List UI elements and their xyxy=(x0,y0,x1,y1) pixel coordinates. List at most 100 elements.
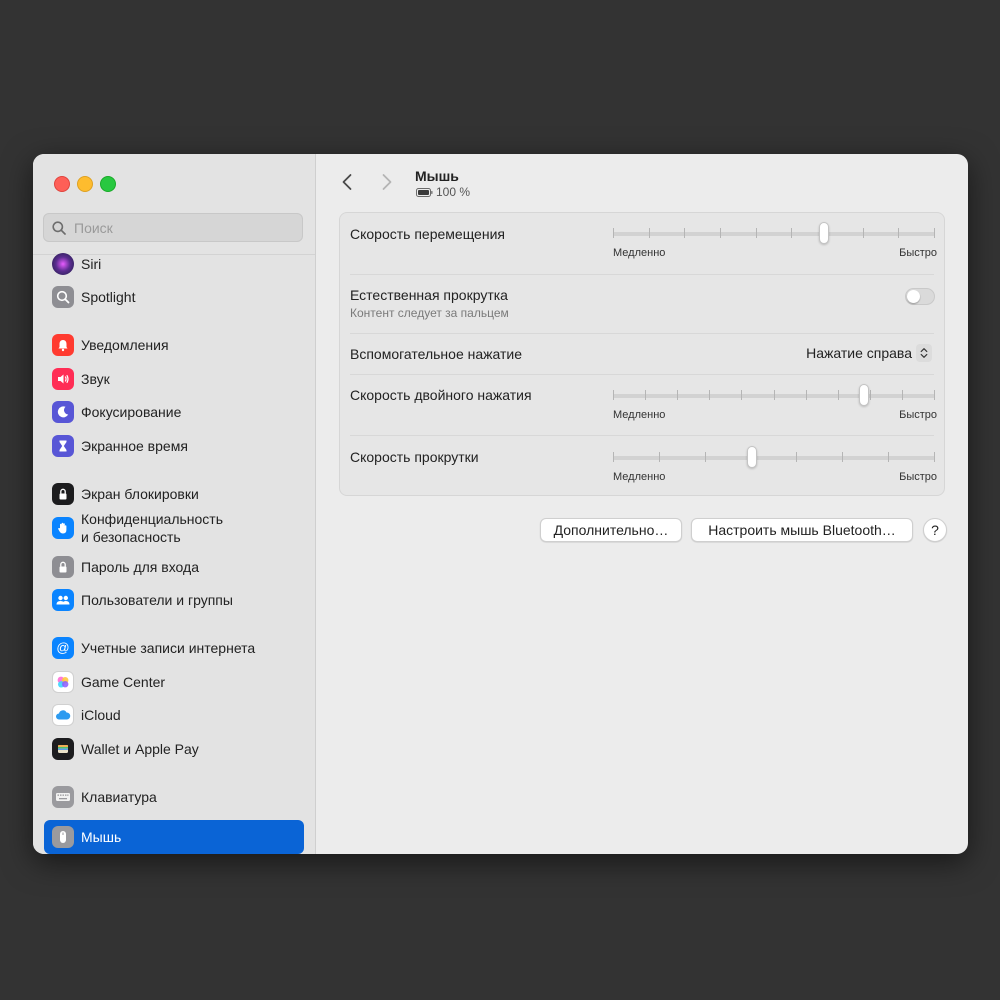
sidebar-item-lock-screen[interactable]: Экран блокировки xyxy=(44,477,304,511)
sidebar-item-label: Пользователи и группы xyxy=(81,592,233,608)
mouse-settings-group: Скорость перемещения Медленно Быстро Ест… xyxy=(339,212,945,496)
focus-icon xyxy=(52,401,74,423)
battery-icon xyxy=(416,187,433,197)
slider-tick xyxy=(934,228,935,238)
slider-tick xyxy=(838,390,839,400)
sidebar-item-icloud[interactable]: iCloud xyxy=(44,698,304,732)
slider-tick xyxy=(613,390,614,400)
slider-tick xyxy=(645,390,646,400)
slider-min-label: Медленно xyxy=(613,471,666,483)
sidebar-item-game-center[interactable]: Game Center xyxy=(44,665,304,699)
tracking-speed-label: Скорость перемещения xyxy=(350,226,505,242)
notifications-icon xyxy=(52,334,74,356)
sidebar-item-label: Мышь xyxy=(81,829,122,845)
advanced-button[interactable]: Дополнительно… xyxy=(540,518,682,542)
setup-bluetooth-mouse-button[interactable]: Настроить мышь Bluetooth… xyxy=(691,518,913,542)
mouse-icon xyxy=(52,826,74,848)
slider-tick xyxy=(934,390,935,400)
sidebar-item-label: Game Center xyxy=(81,674,166,690)
forward-button[interactable] xyxy=(375,170,399,194)
row-divider xyxy=(350,274,934,275)
slider-tick xyxy=(709,390,710,400)
sidebar-item-login-password[interactable]: Пароль для входа xyxy=(44,550,304,584)
sidebar-item-focus[interactable]: Фокусирование xyxy=(44,395,304,429)
password-icon xyxy=(52,556,74,578)
search-input[interactable] xyxy=(72,218,276,237)
scroll-speed-label: Скорость прокрутки xyxy=(350,449,479,465)
slider-max-label: Быстро xyxy=(899,247,937,259)
row-divider xyxy=(350,435,934,436)
slider-knob[interactable] xyxy=(747,446,757,468)
slider-tick xyxy=(934,452,935,462)
sidebar-item-label: Экранное время xyxy=(81,438,188,454)
slider-tick xyxy=(684,228,685,238)
slider-max-label: Быстро xyxy=(899,409,937,421)
sidebar-item-label: Учетные записи интернета xyxy=(81,640,256,656)
natural-scroll-toggle[interactable] xyxy=(905,288,935,305)
sound-icon xyxy=(52,368,74,390)
slider-tick xyxy=(649,228,650,238)
privacy-icon xyxy=(52,517,74,539)
sidebar-item-label: Фокусирование xyxy=(81,404,182,420)
slider-tick xyxy=(842,452,843,462)
sidebar-item-sound[interactable]: Звук xyxy=(44,362,304,396)
slider-track xyxy=(613,456,935,460)
slider-tick xyxy=(705,452,706,462)
sidebar-item-label-line2: и безопасность xyxy=(81,529,181,545)
search-icon xyxy=(52,220,66,235)
sidebar-item-privacy[interactable]: Конфиденциальность и безопасность xyxy=(44,508,304,548)
minimize-window-button[interactable] xyxy=(77,176,93,192)
svg-text:@: @ xyxy=(56,641,69,655)
slider-tick xyxy=(741,390,742,400)
sidebar-item-spotlight[interactable]: Spotlight xyxy=(44,280,304,314)
back-button[interactable] xyxy=(335,170,359,194)
sidebar-item-mouse[interactable]: Мышь xyxy=(44,820,304,854)
sidebar-item-label: Клавиатура xyxy=(81,789,157,805)
row-divider xyxy=(350,374,934,375)
sidebar-item-label: Конфиденциальность и безопасность xyxy=(81,510,223,546)
sidebar-item-wallet[interactable]: Wallet и Apple Pay xyxy=(44,732,304,766)
lock-screen-icon xyxy=(52,483,74,505)
users-icon xyxy=(52,589,74,611)
sidebar-item-screen-time[interactable]: Экранное время xyxy=(44,429,304,463)
sidebar-item-label: Siri xyxy=(81,256,102,272)
chevron-right-icon xyxy=(382,174,392,190)
slider-knob[interactable] xyxy=(819,222,829,244)
battery-status: 100 % xyxy=(416,185,470,199)
close-window-button[interactable] xyxy=(54,176,70,192)
zoom-window-button[interactable] xyxy=(100,176,116,192)
sidebar-item-label: Spotlight xyxy=(81,289,136,305)
slider-min-label: Медленно xyxy=(613,247,666,259)
sidebar-item-notifications[interactable]: Уведомления xyxy=(44,328,304,362)
row-divider xyxy=(350,333,934,334)
slider-max-label: Быстро xyxy=(899,471,937,483)
sidebar-item-keyboard[interactable]: Клавиатура xyxy=(44,780,304,814)
slider-tick xyxy=(888,452,889,462)
search-field[interactable] xyxy=(43,213,303,242)
sidebar-item-internet-accounts[interactable]: @ Учетные записи интернета xyxy=(44,631,304,665)
wallet-icon xyxy=(52,738,74,760)
slider-tick xyxy=(774,390,775,400)
spotlight-icon xyxy=(52,286,74,308)
slider-tick xyxy=(756,228,757,238)
slider-tick xyxy=(659,452,660,462)
slider-knob[interactable] xyxy=(859,384,869,406)
sidebar-item-label: Пароль для входа xyxy=(81,559,199,575)
slider-tick xyxy=(863,228,864,238)
help-button[interactable]: ? xyxy=(923,518,947,542)
natural-scroll-sublabel: Контент следует за пальцем xyxy=(350,306,509,320)
sidebar-item-users[interactable]: Пользователи и группы xyxy=(44,583,304,617)
keyboard-icon xyxy=(52,786,74,808)
slider-tick xyxy=(870,390,871,400)
sidebar-item-siri[interactable]: Siri xyxy=(44,247,304,281)
sidebar-item-label: iCloud xyxy=(81,707,121,723)
slider-tick xyxy=(796,452,797,462)
sidebar-item-label: Уведомления xyxy=(81,337,169,353)
sidebar: Siri Spotlight Уведомления xyxy=(33,154,316,854)
sidebar-item-label-line1: Конфиденциальность xyxy=(81,511,224,527)
slider-tick xyxy=(806,390,807,400)
secondary-click-popup[interactable]: Нажатие справа xyxy=(806,344,932,362)
double-click-speed-label: Скорость двойного нажатия xyxy=(350,387,532,403)
sidebar-item-label: Экран блокировки xyxy=(81,486,199,502)
secondary-click-label: Вспомогательное нажатие xyxy=(350,346,523,362)
